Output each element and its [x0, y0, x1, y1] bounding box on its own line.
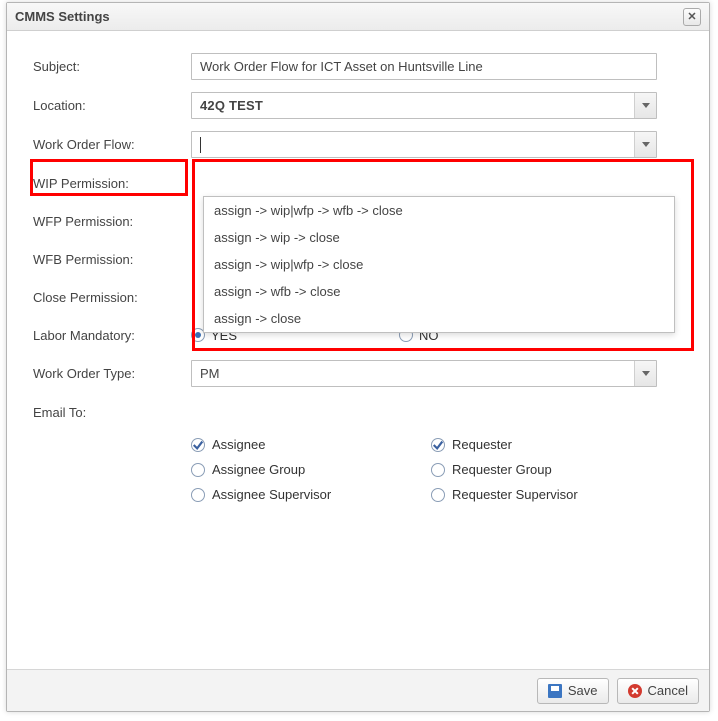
checkbox-icon [191, 488, 205, 502]
checkbox-icon [431, 488, 445, 502]
checkbox-icon [191, 463, 205, 477]
check-requester[interactable]: Requester [431, 437, 671, 452]
check-requester-supervisor-label: Requester Supervisor [452, 487, 578, 502]
label-wfp-permission: WFP Permission: [33, 214, 191, 229]
flow-option[interactable]: assign -> wip|wfp -> wfb -> close [204, 197, 674, 224]
check-assignee[interactable]: Assignee [191, 437, 431, 452]
dialog-footer: Save Cancel [7, 669, 709, 711]
check-assignee-group-label: Assignee Group [212, 462, 305, 477]
checkbox-icon [431, 438, 445, 452]
dialog-titlebar[interactable]: CMMS Settings ✕ [7, 3, 709, 31]
text-caret [200, 137, 201, 153]
check-requester-group-label: Requester Group [452, 462, 552, 477]
work-order-type-value: PM [200, 366, 630, 381]
check-assignee-supervisor[interactable]: Assignee Supervisor [191, 487, 431, 502]
work-order-flow-dropdown[interactable]: assign -> wip|wfp -> wfb -> close assign… [203, 196, 675, 333]
cancel-button-label: Cancel [648, 683, 688, 698]
label-wip-permission: WIP Permission: [33, 176, 191, 191]
label-subject: Subject: [33, 59, 191, 74]
save-icon [548, 684, 562, 698]
flow-option[interactable]: assign -> wfb -> close [204, 278, 674, 305]
location-trigger[interactable] [634, 93, 656, 118]
cancel-button[interactable]: Cancel [617, 678, 699, 704]
flow-option[interactable]: assign -> wip -> close [204, 224, 674, 251]
subject-input[interactable]: Work Order Flow for ICT Asset on Huntsvi… [191, 53, 657, 80]
flow-option[interactable]: assign -> close [204, 305, 674, 332]
location-select[interactable]: 42Q TEST [191, 92, 657, 119]
save-button-label: Save [568, 683, 598, 698]
subject-value: Work Order Flow for ICT Asset on Huntsvi… [200, 59, 483, 74]
label-email-to: Email To: [33, 405, 191, 420]
chevron-down-icon [642, 371, 650, 376]
dialog-title: CMMS Settings [15, 9, 683, 24]
work-order-type-trigger[interactable] [634, 361, 656, 386]
check-assignee-supervisor-label: Assignee Supervisor [212, 487, 331, 502]
save-button[interactable]: Save [537, 678, 609, 704]
dialog-close-button[interactable]: ✕ [683, 8, 701, 26]
check-assignee-group[interactable]: Assignee Group [191, 462, 431, 477]
check-requester-label: Requester [452, 437, 512, 452]
dialog-body: Subject: Work Order Flow for ICT Asset o… [7, 31, 709, 669]
close-icon: ✕ [687, 10, 696, 23]
flow-option[interactable]: assign -> wip|wfp -> close [204, 251, 674, 278]
location-value: 42Q TEST [200, 98, 630, 113]
checkbox-icon [431, 463, 445, 477]
chevron-down-icon [642, 103, 650, 108]
label-work-order-type: Work Order Type: [33, 366, 191, 381]
work-order-flow-select[interactable] [191, 131, 657, 158]
email-to-grid: Assignee Requester Assignee Group [191, 437, 683, 512]
label-location: Location: [33, 98, 191, 113]
work-order-flow-trigger[interactable] [634, 132, 656, 157]
label-wfb-permission: WFB Permission: [33, 252, 191, 267]
chevron-down-icon [642, 142, 650, 147]
checkbox-icon [191, 438, 205, 452]
label-close-permission: Close Permission: [33, 290, 191, 305]
cancel-icon [628, 684, 642, 698]
check-requester-group[interactable]: Requester Group [431, 462, 671, 477]
check-assignee-label: Assignee [212, 437, 265, 452]
check-requester-supervisor[interactable]: Requester Supervisor [431, 487, 671, 502]
work-order-type-select[interactable]: PM [191, 360, 657, 387]
cmms-settings-dialog: CMMS Settings ✕ Subject: Work Order Flow… [6, 2, 710, 712]
label-labor-mandatory: Labor Mandatory: [33, 328, 191, 343]
label-work-order-flow: Work Order Flow: [33, 137, 191, 152]
